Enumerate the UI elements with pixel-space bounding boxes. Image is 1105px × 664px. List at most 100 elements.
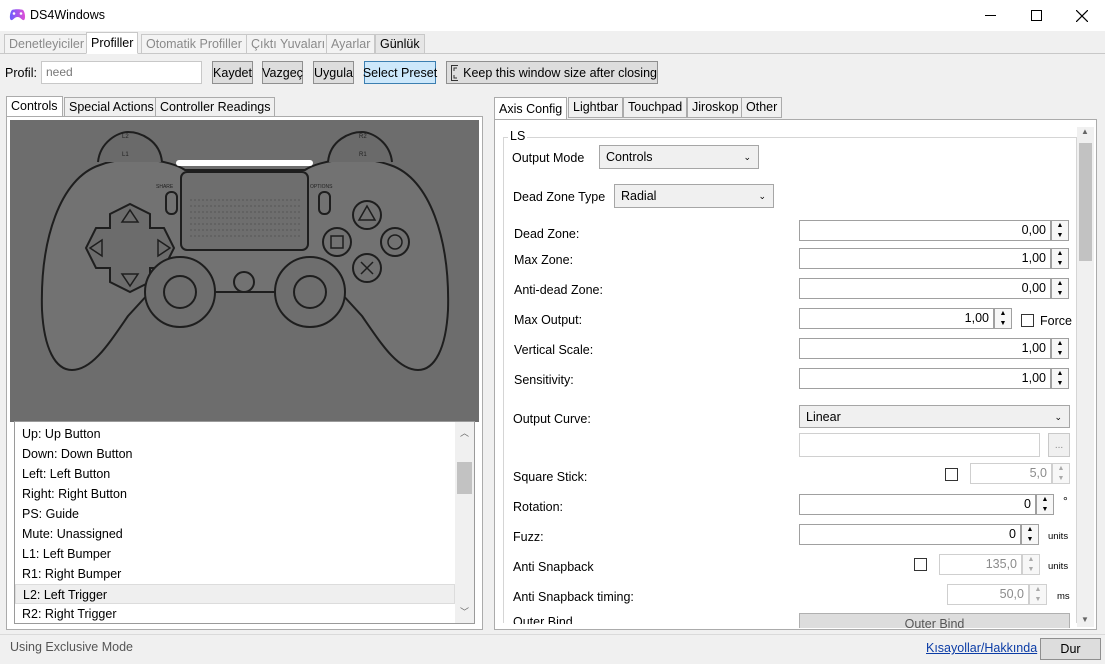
maximize-button[interactable] <box>1013 0 1059 31</box>
tab-auto-profiles[interactable]: Otomatik Profiller <box>141 34 247 54</box>
save-button[interactable]: Kaydet <box>212 61 253 84</box>
tab-other[interactable]: Other <box>741 97 783 118</box>
profile-name-input[interactable]: need <box>41 61 202 84</box>
chevron-down-icon[interactable]: ▼ <box>995 319 1011 329</box>
list-item[interactable]: Down: Down Button <box>15 444 455 464</box>
dead-zone-type-select[interactable]: Radial ⌄ <box>614 184 774 208</box>
chevron-up-icon[interactable]: ▲ <box>995 309 1011 319</box>
tab-gyro[interactable]: Jiroskop <box>687 97 744 118</box>
tab-settings[interactable]: Ayarlar <box>326 34 376 54</box>
chevron-up-icon[interactable]: ▲ <box>1052 339 1068 349</box>
keep-window-size-toggle[interactable]: Keep this window size after closing <box>446 61 658 84</box>
output-curve-select[interactable]: Linear ⌄ <box>799 405 1070 428</box>
square-stick-stepper[interactable]: ▲ ▼ <box>1052 463 1070 484</box>
tab-touchpad[interactable]: Touchpad <box>623 97 688 118</box>
rotation-label: Rotation: <box>513 500 564 514</box>
chevron-down-icon[interactable]: ▼ <box>1052 379 1068 389</box>
max-zone-input[interactable]: 1,00 <box>799 248 1051 269</box>
dead-zone-stepper[interactable]: ▲ ▼ <box>1051 220 1069 241</box>
scroll-thumb[interactable] <box>457 462 472 494</box>
list-item[interactable]: R2: Right Trigger <box>15 604 455 623</box>
button-mapping-list[interactable]: Up: Up Button Down: Down Button Left: Le… <box>14 421 475 624</box>
chevron-up-icon[interactable]: ▲ <box>1052 279 1068 289</box>
square-stick-input[interactable]: 5,0 <box>970 463 1052 484</box>
chevron-up-icon[interactable]: ▲ <box>1022 525 1038 535</box>
axis-panel-scrollbar[interactable]: ▲ ▼ <box>1077 127 1094 627</box>
chevron-down-icon[interactable]: ▼ <box>1037 505 1053 515</box>
list-item[interactable]: L1: Left Bumper <box>15 544 455 564</box>
anti-dead-zone-stepper[interactable]: ▲ ▼ <box>1051 278 1069 299</box>
chevron-down-icon[interactable]: ▼ <box>1022 535 1038 545</box>
tab-axis-config[interactable]: Axis Config <box>494 97 568 120</box>
cancel-button[interactable]: Vazgeç <box>262 61 303 84</box>
chevron-up-icon[interactable]: ▲ <box>1053 464 1069 474</box>
tab-output-slots[interactable]: Çıktı Yuvaları <box>246 34 331 54</box>
tab-special-actions[interactable]: Special Actions <box>64 97 159 117</box>
mapping-list-scrollbar[interactable]: ︿ ﹀ <box>455 422 474 623</box>
close-icon <box>1076 9 1088 22</box>
list-item[interactable]: Up: Up Button <box>15 424 455 444</box>
custom-curve-input[interactable] <box>799 433 1040 457</box>
anti-snapback-timing-input[interactable]: 50,0 <box>947 584 1029 605</box>
chevron-down-icon[interactable]: ▼ <box>1052 259 1068 269</box>
chevron-down-icon[interactable]: ▼ <box>1053 474 1069 484</box>
anti-snapback-stepper[interactable]: ▲ ▼ <box>1022 554 1040 575</box>
sensitivity-input[interactable]: 1,00 <box>799 368 1051 389</box>
scroll-down-icon[interactable]: ▼ <box>1081 615 1089 624</box>
tab-controllers[interactable]: Denetleyiciler <box>4 34 90 54</box>
max-zone-stepper[interactable]: ▲ ▼ <box>1051 248 1069 269</box>
list-item[interactable]: Mute: Unassigned <box>15 524 455 544</box>
chevron-down-icon[interactable]: ▼ <box>1030 595 1046 605</box>
list-item[interactable]: Left: Left Button <box>15 464 455 484</box>
list-item[interactable]: PS: Guide <box>15 504 455 524</box>
tab-log[interactable]: Günlük <box>375 34 425 54</box>
chevron-up-icon[interactable]: ▲ <box>1030 585 1046 595</box>
force-checkbox[interactable] <box>1021 314 1034 327</box>
list-item-selected[interactable]: L2: Left Trigger <box>15 584 455 604</box>
anti-snapback-checkbox[interactable] <box>914 558 927 571</box>
outer-bind-button[interactable]: Outer Bind <box>799 613 1070 628</box>
select-preset-button[interactable]: Select Preset <box>363 61 437 84</box>
scroll-up-icon[interactable]: ▲ <box>1081 127 1089 136</box>
anti-dead-zone-input[interactable]: 0,00 <box>799 278 1051 299</box>
list-item[interactable]: R1: Right Bumper <box>15 564 455 584</box>
square-stick-checkbox[interactable] <box>945 468 958 481</box>
chevron-down-icon[interactable]: ▼ <box>1023 565 1039 575</box>
chevron-down-icon[interactable]: ▼ <box>1052 231 1068 241</box>
scroll-up-icon[interactable]: ︿ <box>460 426 469 439</box>
chevron-down-icon[interactable]: ▼ <box>1052 289 1068 299</box>
chevron-up-icon[interactable]: ▲ <box>1052 249 1068 259</box>
scroll-thumb[interactable] <box>1079 143 1092 261</box>
scroll-down-icon[interactable]: ﹀ <box>460 605 469 618</box>
tab-profiles[interactable]: Profiller <box>86 32 139 54</box>
rotation-input[interactable]: 0 <box>799 494 1036 515</box>
vertical-scale-stepper[interactable]: ▲ ▼ <box>1051 338 1069 359</box>
chevron-up-icon[interactable]: ▲ <box>1023 555 1039 565</box>
anti-snapback-input[interactable]: 135,0 <box>939 554 1022 575</box>
close-button[interactable] <box>1059 0 1105 31</box>
sensitivity-stepper[interactable]: ▲ ▼ <box>1051 368 1069 389</box>
apply-button[interactable]: Uygula <box>313 61 354 84</box>
chevron-up-icon[interactable]: ▲ <box>1052 369 1068 379</box>
tab-controls[interactable]: Controls <box>6 96 63 117</box>
hotkeys-about-link[interactable]: Kısayollar/Hakkında <box>926 641 1037 655</box>
tab-controller-readings[interactable]: Controller Readings <box>155 97 276 117</box>
chevron-down-icon[interactable]: ▼ <box>1052 349 1068 359</box>
vertical-scale-input[interactable]: 1,00 <box>799 338 1051 359</box>
anti-snapback-timing-stepper[interactable]: ▲ ▼ <box>1029 584 1047 605</box>
max-output-input[interactable]: 1,00 <box>799 308 994 329</box>
chevron-up-icon[interactable]: ▲ <box>1037 495 1053 505</box>
rotation-stepper[interactable]: ▲ ▼ <box>1036 494 1054 515</box>
dead-zone-input[interactable]: 0,00 <box>799 220 1051 241</box>
stop-button[interactable]: Dur <box>1040 638 1101 660</box>
fuzz-stepper[interactable]: ▲ ▼ <box>1021 524 1039 545</box>
max-output-stepper[interactable]: ▲ ▼ <box>994 308 1012 329</box>
chevron-up-icon[interactable]: ▲ <box>1052 221 1068 231</box>
list-item[interactable]: Right: Right Button <box>15 484 455 504</box>
tab-lightbar[interactable]: Lightbar <box>568 97 624 118</box>
minimize-button[interactable] <box>967 0 1013 31</box>
fuzz-input[interactable]: 0 <box>799 524 1021 545</box>
custom-curve-button[interactable]: ... <box>1048 433 1070 457</box>
output-mode-select[interactable]: Controls ⌄ <box>599 145 759 169</box>
minimize-icon <box>984 15 996 16</box>
